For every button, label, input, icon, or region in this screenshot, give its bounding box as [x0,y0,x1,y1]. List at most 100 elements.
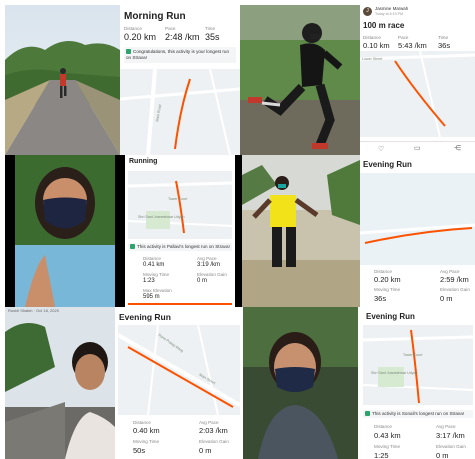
photo-border-right [115,155,125,307]
comment-icon[interactable]: ▭ [414,144,421,152]
pace-value: 2:03 /km [199,426,228,435]
moving-time-value: 1:23 [143,278,155,284]
achievement-text: Congratulations, this activity is your l… [126,49,230,60]
pace-value: 5:43 /km [398,41,427,50]
trophy-icon [130,244,135,250]
map-graphic [128,171,232,239]
avatar[interactable]: J [363,7,372,16]
pace-value: 3:19 /km [197,262,221,268]
photo-man-selfie-image [5,307,115,459]
distance-label: Distance [374,424,392,429]
photo-runner-yellow-image [242,155,360,307]
moving-time-value: 36s [374,294,387,303]
photo-sprinter [240,5,360,155]
map-place-label: Tower Court [403,353,423,357]
moving-time-label: Moving Time [374,287,401,292]
pace-label: Avg Pace [197,256,217,261]
max-elevation-value: 595 m [143,294,160,300]
distance-label: Distance [124,26,142,31]
card-morning-run: Morning Run Distance Pace Time 0.20 km 2… [120,5,240,155]
moving-time-label: Moving Time [133,439,160,444]
distance-label: Distance [374,269,392,274]
user-name[interactable]: Jasmine Marwah [375,6,408,11]
time-label: Time [438,35,449,40]
moving-time-label: Moving Time [143,272,170,277]
map-graphic [360,173,475,265]
activity-title: 100 m race [363,21,405,30]
elevation-value: 0 m [199,446,212,455]
elevation-value: 0 m [436,451,449,459]
distance-value: 0.20 km [374,275,401,284]
activity-title: Evening Run [119,312,171,322]
photo-woman-mask [243,307,358,459]
map-graphic [363,325,473,405]
elevation-label: Elevation Gain [199,439,229,444]
map-place-label-2: Shri Sant Jnaneshwar Udyan [371,371,418,375]
elevation-value: 0 m [197,278,208,284]
map-graphic [120,69,240,155]
pace-label: Avg Pace [436,424,456,429]
pace-label: Avg Pace [440,269,460,274]
time-label: Time [205,26,216,31]
photo-masked-selfie [15,155,115,307]
photo-caption: Rushil Shaikh · Oct 18, 2020 [8,308,59,313]
pace-label: Pace [165,26,176,31]
photo-runner-road-image [5,5,120,155]
trophy-icon [126,49,131,55]
activity-title: Running [129,158,158,165]
activity-title: Evening Run [363,160,412,169]
elevation-label: Elevation Gain [440,287,470,292]
max-elevation-label: Max Elevation [143,288,172,293]
photo-runner-yellow [242,155,360,307]
time-value: 35s [205,32,220,42]
achievement-banner: This activity is Pallavi's longest run o… [128,243,232,251]
map-place-label: Tower Court [168,197,188,201]
pace-label: Pace [398,35,409,40]
distance-value: 0.41 km [143,262,165,268]
moving-time-value: 50s [133,446,146,455]
map-graphic [360,51,475,137]
route-map[interactable]: Lower Street [360,51,475,137]
distance-label: Distance [143,256,161,261]
route-map[interactable]: Rana Pratap Marg Main Street [118,325,240,415]
like-icon[interactable]: ♡ [378,145,384,153]
photo-man-selfie: Rushil Shaikh · Oct 18, 2020 [5,307,115,459]
pace-value: 2:59 /km [440,275,469,284]
activity-date: Today at 6:19 PM [375,12,403,16]
photo-sprinter-image [240,5,360,155]
moving-time-label: Moving Time [374,444,401,449]
map-street-label: Lower Street [362,57,383,61]
photo-woman-mask-image [243,307,358,459]
distance-value: 0.43 km [374,431,401,440]
time-value: 36s [438,41,451,50]
photo-runner-road [5,5,120,155]
achievement-banner: This activity is Sonali's longest run on… [363,410,473,418]
card-running: Running Tower Court Shri Sant Jnaneshwar… [125,155,235,307]
achievement-text: This activity is Sonali's longest run on… [372,411,465,416]
pace-value: 2:48 /km [165,32,200,42]
pace-label: Avg Pace [199,420,219,425]
elevation-label: Elevation Gain [197,272,227,277]
card-evening-run-2: Evening Run Rana Pratap Marg Main Street… [115,307,243,459]
distance-value: 0.10 km [363,41,390,50]
route-map[interactable]: Tower Court Shri Sant Jnaneshwar Udyan [128,171,232,239]
map-place-label-2: Shri Sant Jnaneshwar Udyan [138,215,185,219]
photo-border-left [5,155,15,307]
trophy-icon [365,411,370,417]
card-100m-race: J Jasmine Marwah Today at 6:19 PM 100 m … [360,5,475,155]
photo-masked-selfie-image [15,155,115,307]
map-graphic [118,325,240,415]
action-bar: ♡ ▭ ⋲ [360,141,475,155]
elevation-value: 0 m [440,294,453,303]
route-map[interactable]: Main Road [120,69,240,155]
card-evening-run-1: Evening Run Distance Avg Pace 0.20 km 2:… [360,155,475,307]
distance-label: Distance [363,35,381,40]
activity-title: Evening Run [366,312,415,321]
distance-label: Distance [133,420,151,425]
photo-border-mid [235,155,242,307]
route-map[interactable]: Tower Court Shri Sant Jnaneshwar Udyan [363,325,473,405]
distance-value: 0.40 km [133,426,160,435]
orange-bar [128,303,232,305]
route-map[interactable] [360,173,475,265]
share-icon[interactable]: ⋲ [454,144,461,152]
